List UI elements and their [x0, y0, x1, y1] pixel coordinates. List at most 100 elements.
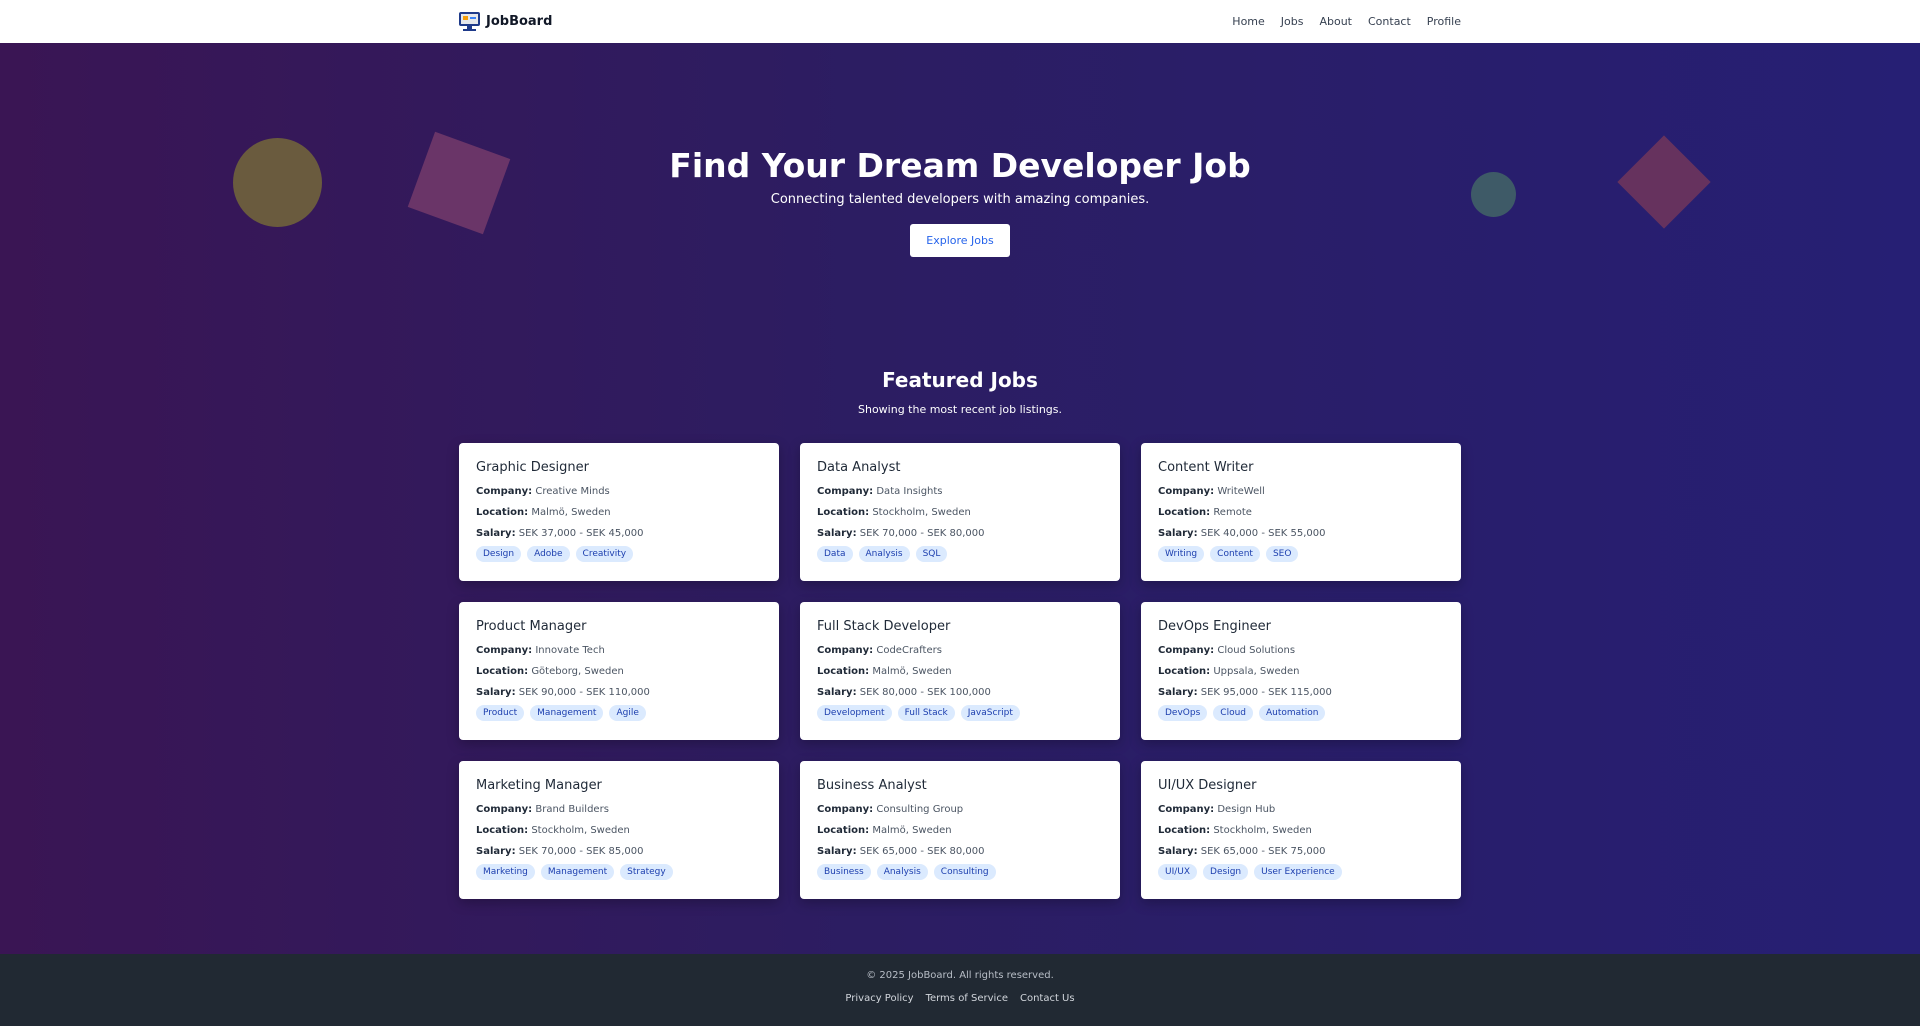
- job-tag: Full Stack: [897, 705, 955, 721]
- job-tag: Automation: [1259, 705, 1326, 721]
- brand-link[interactable]: JobBoard: [459, 12, 552, 31]
- job-salary: Salary: SEK 40,000 - SEK 55,000: [1158, 523, 1444, 544]
- company-label: Company:: [1158, 645, 1215, 656]
- footer-link-terms[interactable]: Terms of Service: [926, 993, 1008, 1004]
- salary-value: SEK 65,000 - SEK 75,000: [1200, 846, 1326, 857]
- salary-value: SEK 40,000 - SEK 55,000: [1200, 528, 1326, 539]
- location-value: Malmö, Sweden: [872, 825, 952, 836]
- location-value: Uppsala, Sweden: [1213, 666, 1300, 677]
- job-card[interactable]: Data Analyst Company: Data Insights Loca…: [800, 443, 1120, 581]
- company-label: Company:: [476, 486, 533, 497]
- company-label: Company:: [817, 804, 874, 815]
- explore-jobs-button[interactable]: Explore Jobs: [910, 223, 1010, 257]
- job-title: UI/UX Designer: [1158, 778, 1257, 793]
- salary-label: Salary:: [1158, 846, 1198, 857]
- job-tag: Strategy: [620, 864, 673, 880]
- footer-links: Privacy Policy Terms of Service Contact …: [0, 993, 1920, 1004]
- location-label: Location:: [476, 666, 529, 677]
- location-value: Malmö, Sweden: [531, 507, 611, 518]
- company-value: Design Hub: [1217, 804, 1276, 815]
- job-location: Location: Malmö, Sweden: [476, 502, 762, 523]
- footer: © 2025 JobBoard. All rights reserved. Pr…: [0, 954, 1920, 1026]
- job-card[interactable]: UI/UX Designer Company: Design Hub Locat…: [1141, 761, 1461, 899]
- job-title: Full Stack Developer: [817, 619, 951, 634]
- job-tag: UI/UX: [1158, 864, 1198, 880]
- company-label: Company:: [817, 486, 874, 497]
- hero-section: Find Your Dream Developer Job Connecting…: [0, 146, 1920, 257]
- job-tag: Management: [530, 705, 604, 721]
- navbar: JobBoard Home Jobs About Contact Profile: [0, 0, 1920, 43]
- job-company: Company: Creative Minds: [476, 481, 762, 502]
- brand-name: JobBoard: [486, 14, 553, 29]
- job-title: Graphic Designer: [476, 460, 589, 475]
- salary-value: SEK 70,000 - SEK 85,000: [518, 846, 644, 857]
- company-label: Company:: [1158, 804, 1215, 815]
- salary-value: SEK 90,000 - SEK 110,000: [518, 687, 650, 698]
- job-tag: DevOps: [1158, 705, 1208, 721]
- job-card[interactable]: Graphic Designer Company: Creative Minds…: [459, 443, 779, 581]
- location-value: Göteborg, Sweden: [531, 666, 624, 677]
- job-tag: Design: [476, 546, 522, 562]
- nav-link-contact[interactable]: Contact: [1368, 15, 1411, 28]
- salary-value: SEK 70,000 - SEK 80,000: [859, 528, 985, 539]
- location-value: Stockholm, Sweden: [872, 507, 971, 518]
- salary-label: Salary:: [817, 528, 857, 539]
- job-tag: Marketing: [476, 864, 535, 880]
- job-salary: Salary: SEK 70,000 - SEK 80,000: [817, 523, 1103, 544]
- job-tag: Analysis: [858, 546, 910, 562]
- job-location: Location: Stockholm, Sweden: [476, 820, 762, 841]
- job-tags: Product Management Agile: [476, 705, 762, 721]
- location-label: Location:: [476, 507, 529, 518]
- job-title: DevOps Engineer: [1158, 619, 1271, 634]
- job-location: Location: Malmö, Sweden: [817, 661, 1103, 682]
- job-tag: Creativity: [575, 546, 634, 562]
- job-tags: DevOps Cloud Automation: [1158, 705, 1444, 721]
- job-tag: Writing: [1158, 546, 1205, 562]
- location-label: Location:: [1158, 507, 1211, 518]
- job-tags: Marketing Management Strategy: [476, 864, 762, 880]
- job-tag: User Experience: [1254, 864, 1342, 880]
- job-salary: Salary: SEK 90,000 - SEK 110,000: [476, 682, 762, 703]
- company-value: Brand Builders: [535, 804, 609, 815]
- nav-link-about[interactable]: About: [1319, 15, 1352, 28]
- footer-link-privacy[interactable]: Privacy Policy: [845, 993, 913, 1004]
- job-card[interactable]: Product Manager Company: Innovate Tech L…: [459, 602, 779, 740]
- featured-subtitle: Showing the most recent job listings.: [857, 403, 1063, 416]
- nav-link-profile[interactable]: Profile: [1427, 15, 1461, 28]
- job-salary: Salary: SEK 65,000 - SEK 75,000: [1158, 841, 1444, 862]
- salary-value: SEK 80,000 - SEK 100,000: [859, 687, 991, 698]
- job-card[interactable]: Marketing Manager Company: Brand Builder…: [459, 761, 779, 899]
- job-location: Location: Malmö, Sweden: [817, 820, 1103, 841]
- job-tag: Adobe: [527, 546, 570, 562]
- salary-label: Salary:: [1158, 528, 1198, 539]
- job-card[interactable]: DevOps Engineer Company: Cloud Solutions…: [1141, 602, 1461, 740]
- salary-value: SEK 37,000 - SEK 45,000: [518, 528, 644, 539]
- job-company: Company: Consulting Group: [817, 799, 1103, 820]
- hero-subtitle: Connecting talented developers with amaz…: [770, 191, 1150, 207]
- job-tag: SQL: [915, 546, 948, 562]
- job-company: Company: Cloud Solutions: [1158, 640, 1444, 661]
- nav-link-home[interactable]: Home: [1232, 15, 1264, 28]
- job-title: Product Manager: [476, 619, 587, 634]
- job-card[interactable]: Full Stack Developer Company: CodeCrafte…: [800, 602, 1120, 740]
- job-company: Company: Brand Builders: [476, 799, 762, 820]
- job-tags: Writing Content SEO: [1158, 546, 1444, 562]
- job-salary: Salary: SEK 70,000 - SEK 85,000: [476, 841, 762, 862]
- footer-link-contact[interactable]: Contact Us: [1020, 993, 1075, 1004]
- job-title: Data Analyst: [817, 460, 901, 475]
- job-salary: Salary: SEK 37,000 - SEK 45,000: [476, 523, 762, 544]
- featured-header: Featured Jobs Showing the most recent jo…: [0, 368, 1920, 416]
- job-tag: Data: [817, 546, 853, 562]
- location-label: Location:: [817, 507, 870, 518]
- nav-link-jobs[interactable]: Jobs: [1281, 15, 1304, 28]
- job-title: Content Writer: [1158, 460, 1254, 475]
- job-tag: Design: [1203, 864, 1249, 880]
- job-tag: Management: [540, 864, 615, 880]
- job-card[interactable]: Business Analyst Company: Consulting Gro…: [800, 761, 1120, 899]
- navbar-inner: JobBoard Home Jobs About Contact Profile: [459, 12, 1461, 31]
- job-tag: Business: [817, 864, 871, 880]
- location-value: Stockholm, Sweden: [531, 825, 630, 836]
- location-label: Location:: [817, 666, 870, 677]
- job-card[interactable]: Content Writer Company: WriteWell Locati…: [1141, 443, 1461, 581]
- job-tags: UI/UX Design User Experience: [1158, 864, 1444, 880]
